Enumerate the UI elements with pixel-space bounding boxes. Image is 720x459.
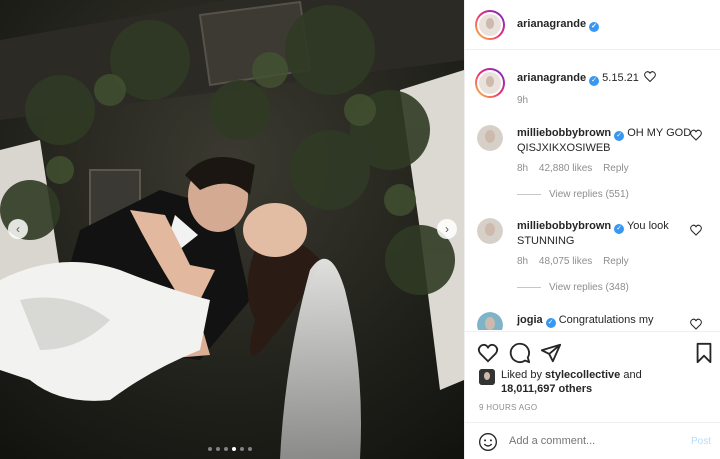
- emoji-icon[interactable]: [478, 432, 498, 452]
- carousel-dot: [240, 447, 244, 451]
- share-icon[interactable]: [540, 342, 562, 364]
- carousel-dot: [216, 447, 220, 451]
- verified-badge-icon: ✓: [589, 22, 600, 32]
- comment-text: Congratulations my: [558, 314, 654, 326]
- liker-avatar[interactable]: [479, 369, 495, 385]
- comment-username[interactable]: jogia: [517, 314, 543, 326]
- verified-badge-icon: ✓: [589, 76, 600, 86]
- author-avatar[interactable]: [475, 10, 505, 40]
- liker-username[interactable]: stylecollective: [545, 369, 620, 381]
- commenter-avatar[interactable]: [477, 125, 503, 151]
- commenter-avatar[interactable]: [477, 218, 503, 244]
- comment-username[interactable]: milliebobbybrown: [517, 127, 611, 139]
- post-media[interactable]: ‹ ›: [0, 0, 464, 459]
- comment-time[interactable]: 8h: [517, 256, 528, 267]
- verified-badge-icon: ✓: [614, 224, 625, 234]
- heart-icon[interactable]: [690, 224, 702, 236]
- view-replies-button[interactable]: View replies (348): [517, 282, 629, 293]
- comment-username[interactable]: milliebobbybrown: [517, 220, 611, 232]
- chevron-right-icon[interactable]: ›: [437, 219, 457, 239]
- author-avatar[interactable]: [475, 68, 505, 98]
- comment-likes[interactable]: 48,075 likes: [539, 256, 592, 267]
- carousel-indicator: [208, 447, 252, 451]
- likes-count[interactable]: 18,011,697 others: [501, 383, 592, 395]
- carousel-dot: [248, 447, 252, 451]
- likes-prefix: Liked by: [501, 369, 542, 381]
- carousel-dot: [224, 447, 228, 451]
- caption-text: 5.15.21: [602, 72, 639, 84]
- post-header: arianagrande ✓: [465, 0, 720, 50]
- comment-likes[interactable]: 42,880 likes: [539, 163, 592, 174]
- heart-icon[interactable]: [690, 129, 702, 141]
- reply-button[interactable]: Reply: [603, 163, 629, 174]
- comment-time[interactable]: 8h: [517, 163, 528, 174]
- likes-summary: Liked by stylecollective and 18,011,697 …: [479, 368, 642, 396]
- bookmark-icon[interactable]: [693, 342, 715, 364]
- commenter-avatar[interactable]: [477, 312, 503, 330]
- author-username[interactable]: arianagrande ✓: [517, 18, 600, 32]
- verified-badge-icon: ✓: [545, 318, 556, 328]
- post-timestamp[interactable]: 9 HOURS AGO: [479, 403, 537, 412]
- carousel-dot-active: [232, 447, 236, 451]
- caption-time[interactable]: 9h: [517, 95, 528, 106]
- comment-input[interactable]: [509, 435, 679, 447]
- reply-button[interactable]: Reply: [603, 256, 629, 267]
- post-actions: Liked by stylecollective and 18,011,697 …: [465, 331, 720, 421]
- wedding-photo: [0, 0, 464, 459]
- heart-icon[interactable]: [644, 71, 656, 83]
- chevron-left-icon[interactable]: ‹: [8, 219, 28, 239]
- add-comment-bar: Post: [465, 422, 720, 459]
- post-comment-button[interactable]: Post: [691, 436, 711, 447]
- caption-username[interactable]: arianagrande: [517, 72, 586, 84]
- comments-list[interactable]: arianagrande ✓ 5.15.21 9h milliebobbybrow…: [465, 51, 720, 330]
- view-replies-button[interactable]: View replies (551): [517, 189, 629, 200]
- comment-icon[interactable]: [509, 342, 531, 364]
- carousel-dot: [208, 447, 212, 451]
- heart-icon[interactable]: [477, 342, 499, 364]
- post-side-panel: arianagrande ✓ arianagrande ✓ 5.15.21 9h m…: [464, 0, 720, 459]
- heart-icon[interactable]: [690, 318, 702, 330]
- verified-badge-icon: ✓: [614, 131, 625, 141]
- likes-conj: and: [623, 369, 642, 381]
